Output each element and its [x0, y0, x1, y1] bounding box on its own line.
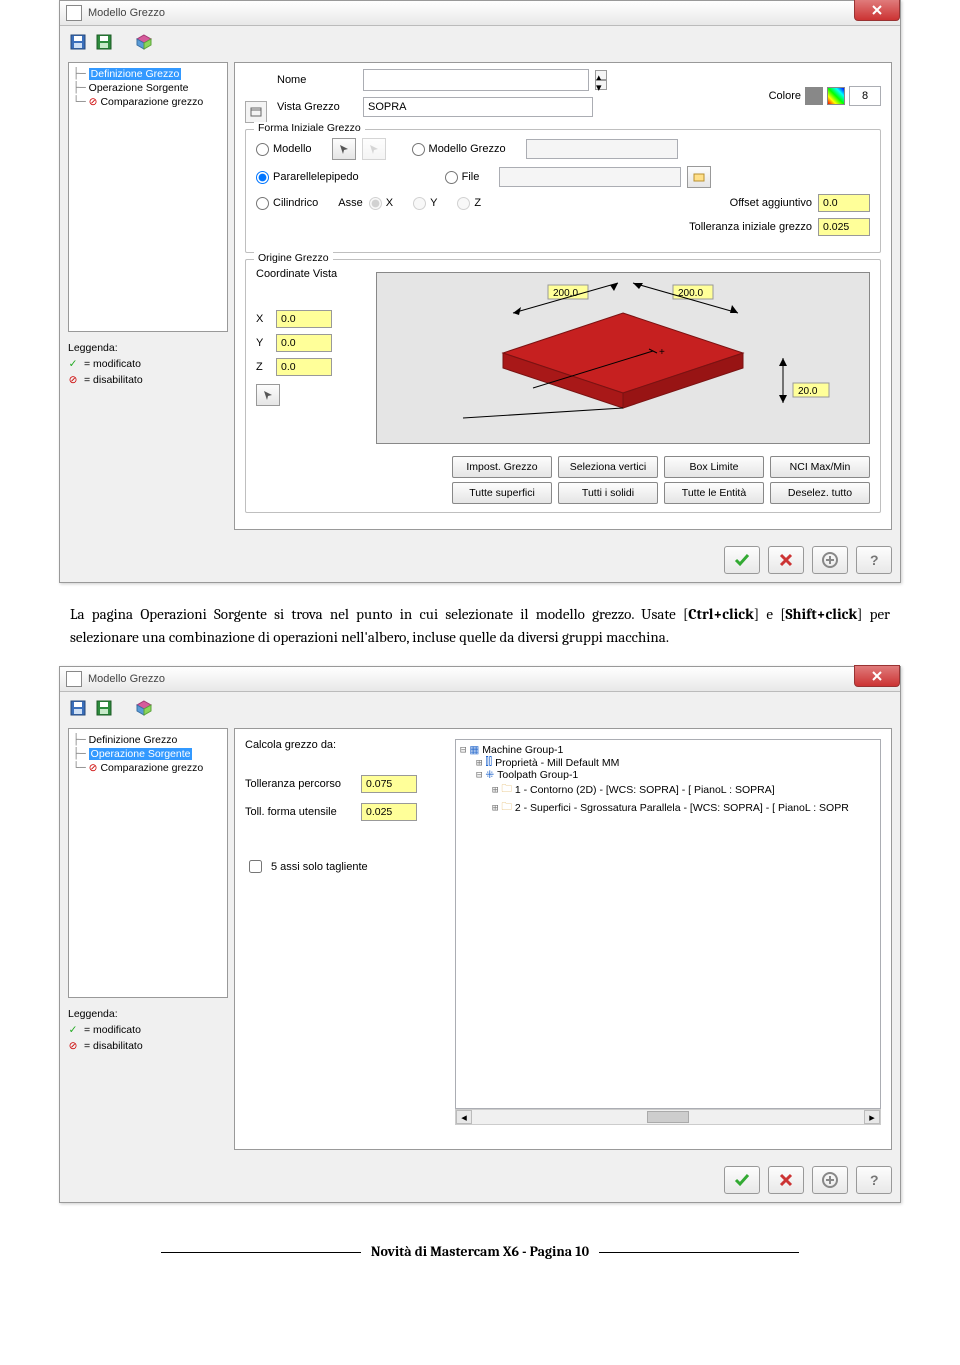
view-icon-button[interactable]	[245, 101, 267, 123]
deselez-tutto-button[interactable]: Deselez. tutto	[770, 482, 870, 504]
color-picker-icon[interactable]	[827, 87, 845, 105]
tree-item-comparazione[interactable]: └─ ⊘ Comparazione grezzo	[71, 761, 225, 775]
color-swatch[interactable]	[805, 87, 823, 105]
add-button[interactable]	[812, 1166, 848, 1194]
coord-z[interactable]: 0.0	[276, 358, 332, 376]
ok-button[interactable]	[724, 546, 760, 574]
title-text: Modello Grezzo	[88, 673, 165, 685]
svg-text:?: ?	[870, 1172, 879, 1188]
ok-button[interactable]	[724, 1166, 760, 1194]
nav-tree[interactable]: ├─ Definizione Grezzo ├─ Operazione Sorg…	[68, 728, 228, 998]
chk-5assi[interactable]: 5 assi solo tagliente	[245, 857, 368, 876]
arrow-pick-icon[interactable]	[332, 138, 356, 160]
app-icon	[66, 5, 82, 21]
save-icon[interactable]	[68, 698, 88, 718]
vista-label: Vista Grezzo	[277, 101, 357, 113]
help-button[interactable]: ?	[856, 546, 892, 574]
file-browse-icon[interactable]	[687, 166, 711, 188]
tree-item-operazione[interactable]: ├─ Operazione Sorgente	[71, 81, 225, 95]
close-button[interactable]	[854, 0, 900, 21]
coord-y[interactable]: 0.0	[276, 334, 332, 352]
nome-spinner[interactable]: ▴▾	[595, 70, 607, 90]
toolbar	[60, 26, 900, 58]
arrow-pick-disabled-icon	[362, 138, 386, 160]
imposta-grezzo-button[interactable]: Impost. Grezzo	[452, 456, 552, 478]
tutte-entita-button[interactable]: Tutte le Entità	[664, 482, 764, 504]
nome-input[interactable]	[363, 69, 589, 91]
titlebar[interactable]: Modello Grezzo	[60, 1, 900, 26]
save-icon[interactable]	[68, 32, 88, 52]
radio-parallelepipedo[interactable]: Pararellelepipedo	[256, 171, 359, 184]
dialog-modello-grezzo-2: Modello Grezzo ├─ Definizione Grezzo ├─ …	[59, 666, 901, 1203]
pick-origin-icon[interactable]	[256, 384, 280, 406]
tutte-superfici-button[interactable]: Tutte superfici	[452, 482, 552, 504]
asse-label: Asse	[338, 197, 362, 209]
nome-label: Nome	[277, 74, 357, 86]
help-button[interactable]: ?	[856, 1166, 892, 1194]
save-green-icon[interactable]	[94, 698, 114, 718]
titlebar[interactable]: Modello Grezzo	[60, 667, 900, 692]
toll-iniziale-label: Tolleranza iniziale grezzo	[689, 221, 812, 233]
cancel-button[interactable]	[768, 546, 804, 574]
offset-label: Offset aggiuntivo	[730, 197, 812, 209]
add-button[interactable]	[812, 546, 848, 574]
forma-group: Forma Iniziale Grezzo Modello Modello Gr…	[245, 129, 881, 253]
page-footer: Novità di Mastercam X6 - Pagina 10	[371, 1243, 589, 1260]
radio-modello-grezzo[interactable]: Modello Grezzo	[412, 143, 506, 156]
title-text: Modello Grezzo	[88, 7, 165, 19]
stock-diagram: 200.0 200.0 200.0 20.0	[376, 272, 870, 444]
app-icon	[66, 671, 82, 687]
colore-label: Colore	[769, 90, 801, 102]
radio-axis-z[interactable]: Z	[457, 197, 481, 210]
calcola-label: Calcola grezzo da:	[245, 739, 435, 751]
close-button[interactable]	[854, 665, 900, 687]
h-scrollbar[interactable]: ◂ ▸	[455, 1109, 881, 1125]
legend-title: Leggenda:	[68, 342, 228, 354]
vista-value[interactable]: SOPRA	[363, 97, 593, 117]
save-green-icon[interactable]	[94, 32, 114, 52]
svg-text:200.0: 200.0	[553, 288, 578, 299]
cube-icon[interactable]	[134, 32, 154, 52]
svg-text:?: ?	[870, 552, 879, 568]
tree-item-comparazione[interactable]: └─ ⊘ Comparazione grezzo	[71, 95, 225, 109]
tutti-solidi-button[interactable]: Tutti i solidi	[558, 482, 658, 504]
coord-label: Coordinate Vista	[256, 268, 366, 280]
cube-icon[interactable]	[134, 698, 154, 718]
tree-item-definizione[interactable]: ├─ Definizione Grezzo	[71, 67, 225, 81]
tree-item-definizione[interactable]: ├─ Definizione Grezzo	[71, 733, 225, 747]
toll-utensile-value[interactable]: 0.025	[361, 803, 417, 821]
toll-utensile-label: Toll. forma utensile	[245, 806, 355, 818]
file-combo[interactable]	[499, 167, 681, 187]
toll-iniziale-value[interactable]: 0.025	[818, 218, 870, 236]
box-limite-button[interactable]: Box Limite	[664, 456, 764, 478]
coord-x[interactable]: 0.0	[276, 310, 332, 328]
body-paragraph: La pagina Operazioni Sorgente si trova n…	[70, 603, 890, 648]
legend: Leggenda: ✓= modificato ⊘= disabilitato	[68, 1008, 228, 1052]
svg-text:20.0: 20.0	[798, 386, 818, 397]
seleziona-vertici-button[interactable]: Seleziona vertici	[558, 456, 658, 478]
legend-title: Leggenda:	[68, 1008, 228, 1020]
toolbar	[60, 692, 900, 724]
tree-item-operazione[interactable]: ├─ Operazione Sorgente	[71, 747, 225, 761]
legend: Leggenda: ✓= modificato ⊘= disabilitato	[68, 342, 228, 386]
cancel-button[interactable]	[768, 1166, 804, 1194]
dialog-modello-grezzo-1: Modello Grezzo ├─ Definizione Grezzo ├─ …	[59, 0, 901, 583]
modello-grezzo-combo[interactable]	[526, 139, 678, 159]
machine-tree[interactable]: ⊟▦Machine Group-1 ⊞⫿⫿Proprietà - Mill De…	[455, 739, 881, 1109]
radio-axis-x[interactable]: X	[369, 197, 393, 210]
toll-percorso-label: Tolleranza percorso	[245, 778, 355, 790]
offset-value[interactable]: 0.0	[818, 194, 870, 212]
radio-file[interactable]: File	[445, 171, 480, 184]
nav-tree[interactable]: ├─ Definizione Grezzo ├─ Operazione Sorg…	[68, 62, 228, 332]
toll-percorso-value[interactable]: 0.075	[361, 775, 417, 793]
radio-axis-y[interactable]: Y	[413, 197, 437, 210]
svg-text:+: +	[659, 347, 665, 358]
color-index[interactable]: 8	[849, 86, 881, 106]
nci-maxmin-button[interactable]: NCI Max/Min	[770, 456, 870, 478]
radio-cilindrico[interactable]: Cilindrico	[256, 197, 318, 210]
radio-modello[interactable]: Modello	[256, 143, 312, 156]
origine-group: Origine Grezzo Coordinate Vista X0.0 Y0.…	[245, 259, 881, 513]
